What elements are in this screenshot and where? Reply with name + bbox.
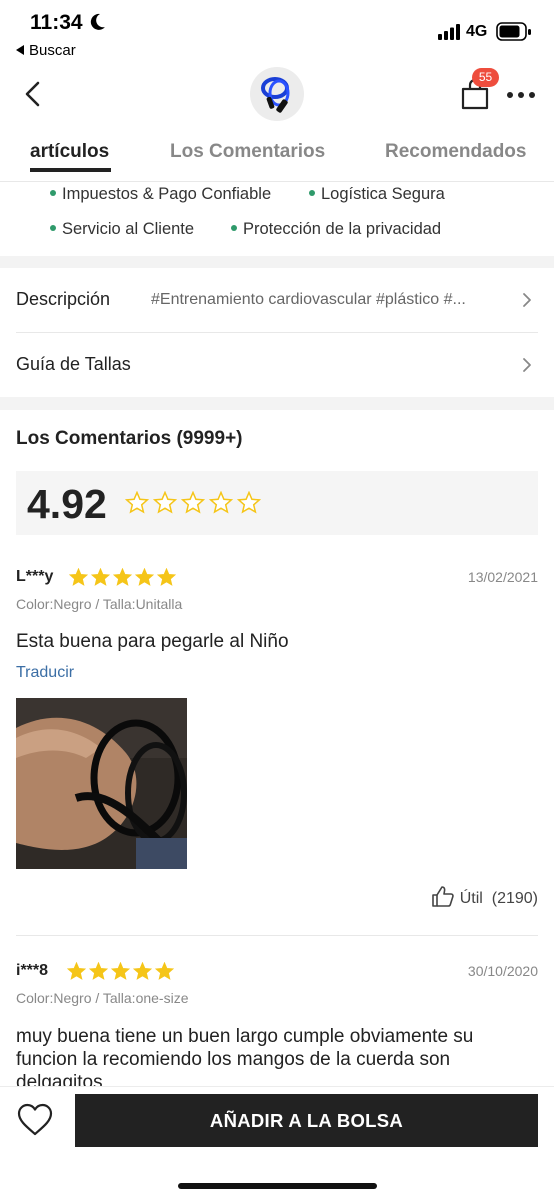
review-date: 30/10/2020 — [467, 963, 538, 979]
add-to-bag-button[interactable]: AÑADIR A LA BOLSA — [75, 1094, 538, 1147]
rating-summary: 4.92 — [16, 471, 538, 535]
review-text: Esta buena para pegarle al Niño — [16, 631, 289, 652]
home-indicator — [178, 1183, 377, 1189]
reviewer-name: L***y — [16, 568, 54, 585]
star-icon — [90, 567, 111, 586]
star-icon — [110, 962, 131, 980]
bullet-dot-icon — [50, 190, 56, 196]
star-icon — [132, 962, 153, 980]
description-tags: #Entrenamiento cardiovascular #plástico … — [151, 291, 466, 308]
section-gap — [0, 397, 554, 410]
stars-graphic — [66, 962, 175, 980]
bag-count-badge: 55 — [472, 68, 499, 87]
service-label: Protección de la privacidad — [243, 220, 442, 238]
status-time: 11:34 — [30, 11, 83, 34]
review-text: muy buena tiene un buen largo cumple obv… — [16, 1026, 474, 1086]
size-guide-label: Guía de Tallas — [16, 354, 131, 374]
review-item: L***y 13/02/2021 Color:Negro / Talla:Uni… — [0, 567, 554, 935]
heart-icon[interactable] — [17, 1103, 53, 1137]
service-guarantees: Impuestos & Pago Confiable Logística Seg… — [0, 182, 554, 256]
product-thumbnail[interactable] — [250, 67, 304, 121]
star-icon — [152, 490, 178, 514]
section-gap — [0, 256, 554, 268]
bottom-action-bar: AÑADIR A LA BOLSA — [0, 1086, 554, 1200]
star-icon — [112, 567, 133, 586]
jump-rope-icon — [261, 77, 290, 113]
chevron-right-icon — [523, 358, 531, 372]
review-stars — [66, 962, 175, 986]
reviewer-name: i***8 — [16, 962, 49, 979]
tab-comentarios[interactable]: Los Comentarios — [170, 141, 325, 163]
star-icon — [154, 962, 175, 980]
review-stars — [68, 567, 177, 592]
service-item: Impuestos & Pago Confiable — [50, 185, 271, 204]
review-item: i***8 30/10/2020 Color:Negro / Talla:one… — [0, 962, 554, 1086]
service-label: Servicio al Cliente — [62, 220, 195, 238]
top-nav: 55 — [0, 64, 554, 124]
battery-icon — [496, 22, 531, 41]
review-photo-image — [16, 698, 187, 869]
star-icon — [68, 567, 89, 586]
review-date: 13/02/2021 — [467, 569, 538, 585]
review-photo[interactable] — [16, 698, 187, 869]
review-variant: Color:Negro / Talla:Unitalla — [16, 596, 183, 612]
service-item: Servicio al Cliente — [50, 220, 194, 239]
reviews-title[interactable]: Los Comentarios (9999+) — [16, 428, 243, 450]
average-rating: 4.92 — [27, 481, 107, 527]
tab-recomendados[interactable]: Recomendados — [385, 141, 526, 163]
bullet-dot-icon — [231, 225, 237, 231]
chevron-right-icon — [523, 293, 531, 307]
back-triangle-icon — [16, 45, 24, 55]
translate-link[interactable]: Traducir — [16, 664, 74, 682]
star-icon — [180, 490, 206, 514]
service-item: Logística Segura — [309, 185, 445, 204]
network-type: 4G — [466, 23, 488, 40]
service-item: Protección de la privacidad — [231, 220, 441, 239]
active-tab-indicator — [30, 168, 111, 172]
star-icon — [88, 962, 109, 980]
description-label: Descripción — [16, 289, 111, 309]
size-guide-row[interactable]: Guía de Tallas — [0, 333, 554, 397]
moon-icon — [90, 13, 105, 30]
tab-articulos[interactable]: artículos — [30, 141, 109, 163]
stars-graphic — [124, 490, 262, 514]
status-bar: 11:34 Buscar 4G — [0, 0, 554, 62]
tab-bar: artículos Los Comentarios Recomendados — [0, 124, 554, 182]
service-label: Logística Segura — [321, 185, 445, 203]
star-icon — [208, 490, 234, 514]
more-dots-icon[interactable] — [506, 90, 536, 100]
average-stars — [124, 490, 262, 520]
star-icon — [66, 962, 87, 980]
description-row[interactable]: Descripción #Entrenamiento cardiovascula… — [0, 268, 554, 332]
thumbs-up-icon — [431, 886, 454, 907]
service-label: Impuestos & Pago Confiable — [62, 185, 272, 203]
bullet-dot-icon — [50, 225, 56, 231]
star-icon — [134, 567, 155, 586]
stars-graphic — [68, 567, 177, 586]
divider — [16, 935, 538, 936]
review-variant: Color:Negro / Talla:one-size — [16, 990, 189, 1006]
helpful-label: Útil (2190) — [459, 890, 538, 907]
back-app-label: Buscar — [29, 42, 76, 59]
chevron-left-icon[interactable] — [20, 80, 48, 108]
star-icon — [236, 490, 262, 514]
star-icon — [124, 490, 150, 514]
bullet-dot-icon — [309, 190, 315, 196]
cellular-signal-icon — [438, 24, 460, 40]
helpful-button[interactable]: Útil (2190) — [431, 886, 538, 908]
star-icon — [156, 567, 177, 586]
back-to-app-link[interactable]: Buscar — [16, 42, 76, 59]
